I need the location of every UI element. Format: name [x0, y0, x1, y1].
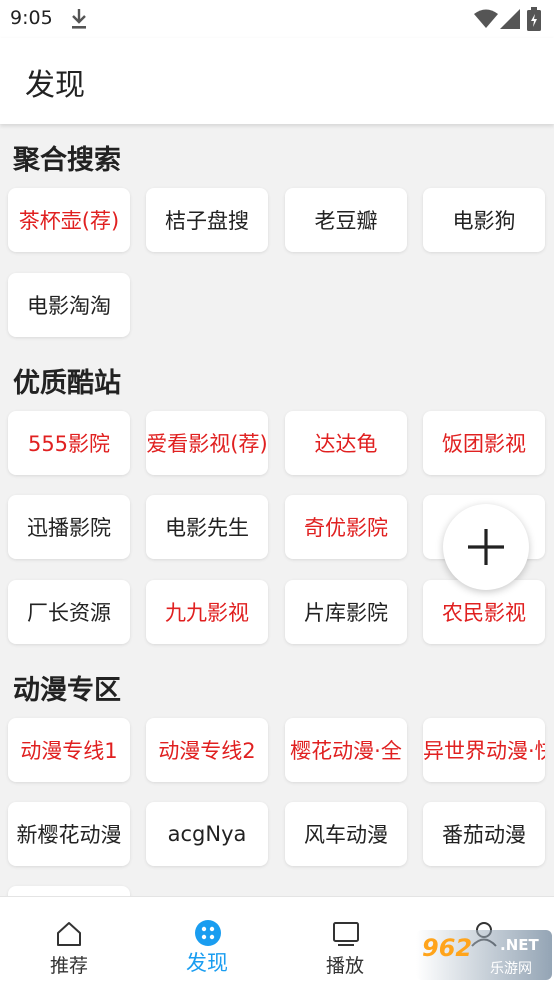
site-chip[interactable]: 老豆瓣 — [285, 188, 407, 252]
watermark-net: .NET — [500, 936, 539, 954]
site-chip[interactable]: 爱看影视(荐) — [146, 411, 268, 475]
site-chip[interactable]: 动漫专线1 — [8, 718, 130, 782]
site-chip[interactable]: 达达龟 — [285, 411, 407, 475]
nav-item-play[interactable]: 播放 — [276, 897, 414, 984]
nav-item-discover[interactable]: 发现 — [138, 897, 276, 984]
site-chip[interactable]: acgNya — [146, 802, 268, 866]
battery-icon — [527, 7, 541, 31]
section-title-anime-zone: 动漫专区 — [13, 675, 121, 706]
site-chip[interactable]: 九九影视 — [146, 580, 268, 644]
app-bar: 发现 — [0, 38, 554, 124]
status-bar: 9:05 — [0, 0, 554, 38]
site-chip[interactable]: 555影院 — [8, 411, 130, 475]
page-title: 发现 — [25, 68, 85, 103]
nav-label-discover: 发现 — [186, 951, 228, 975]
section-title-aggregate-search: 聚合搜索 — [13, 145, 121, 176]
tv-icon — [333, 922, 359, 946]
nav-item-recommend[interactable]: 推荐 — [0, 897, 138, 984]
site-chip[interactable]: 电影淘淘 — [8, 273, 130, 337]
watermark-logo: 962 .NET 乐游网 — [416, 930, 552, 980]
site-chip-partial[interactable] — [8, 886, 130, 896]
home-icon — [57, 922, 81, 946]
discover-icon — [195, 920, 221, 946]
site-chip[interactable]: 动漫专线2 — [146, 718, 268, 782]
site-chip[interactable]: 异世界动漫·快 — [423, 718, 545, 782]
site-chip[interactable]: 风车动漫 — [285, 802, 407, 866]
site-chip[interactable]: 桔子盘搜 — [146, 188, 268, 252]
watermark-sub: 乐游网 — [490, 961, 532, 977]
watermark-number: 962 — [422, 934, 473, 962]
section-title-quality-sites: 优质酷站 — [13, 368, 121, 399]
download-icon — [72, 9, 86, 29]
site-chip[interactable]: 奇优影院 — [285, 495, 407, 559]
site-chip[interactable]: 番茄动漫 — [423, 802, 545, 866]
status-time: 9:05 — [10, 7, 53, 29]
site-chip[interactable]: 片库影院 — [285, 580, 407, 644]
plus-icon — [468, 529, 504, 565]
signal-icon — [500, 9, 520, 29]
site-chip[interactable]: 厂长资源 — [8, 580, 130, 644]
site-chip[interactable]: 樱花动漫·全 — [285, 718, 407, 782]
site-chip[interactable]: 迅播影院 — [8, 495, 130, 559]
site-chip[interactable]: 电影先生 — [146, 495, 268, 559]
site-chip[interactable]: 新樱花动漫 — [8, 802, 130, 866]
site-chip[interactable]: 茶杯壶(荐) — [8, 188, 130, 252]
wifi-icon — [474, 9, 498, 28]
nav-label-recommend: 推荐 — [49, 955, 88, 977]
site-chip[interactable]: 电影狗 — [423, 188, 545, 252]
add-fab-button[interactable] — [443, 504, 529, 590]
nav-label-play: 播放 — [325, 955, 364, 977]
site-chip[interactable]: 饭团影视 — [423, 411, 545, 475]
